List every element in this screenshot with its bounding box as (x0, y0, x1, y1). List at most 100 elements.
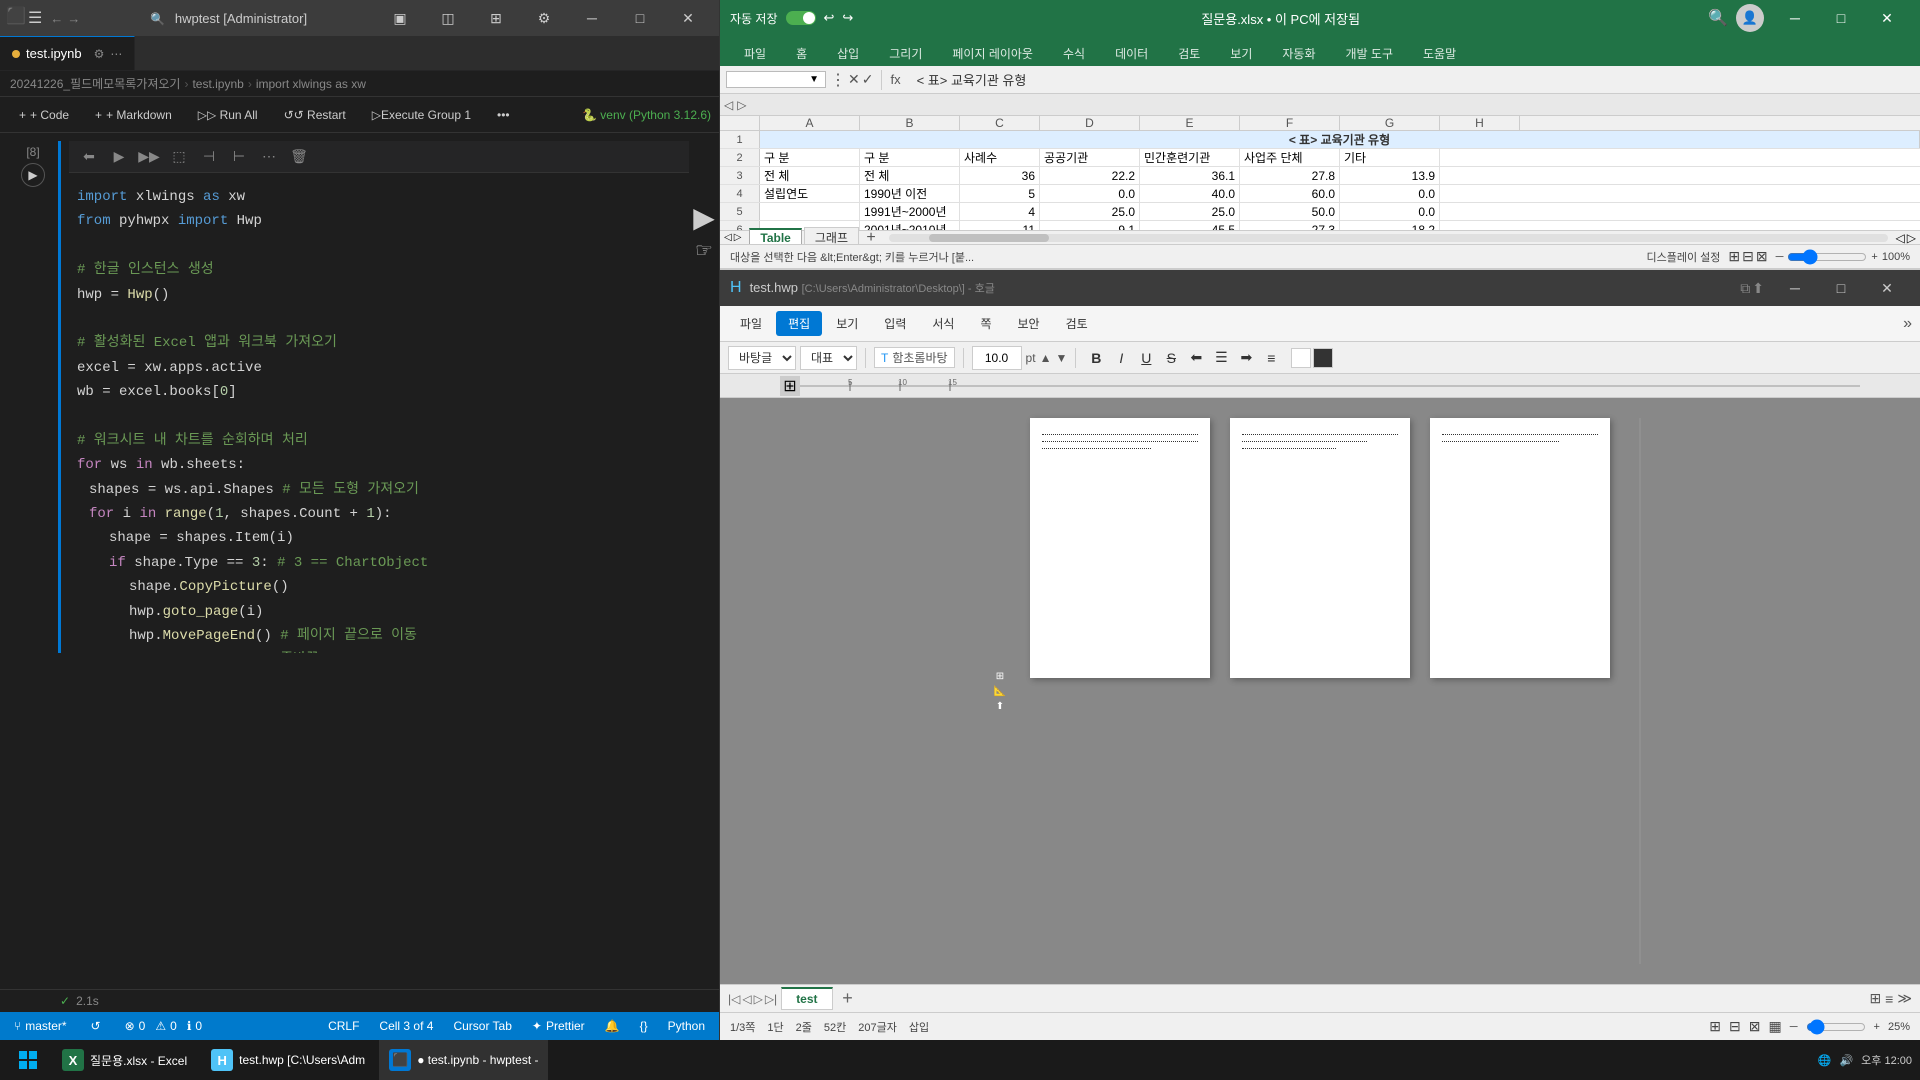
hamburger-icon[interactable]: ☰ (28, 8, 42, 28)
excel-tab-automate[interactable]: 자동화 (1268, 41, 1329, 66)
auto-save-toggle[interactable] (786, 11, 816, 25)
code-toolbar-btn2[interactable]: ▶ (107, 145, 131, 169)
hwp-tab-view[interactable]: 보기 (824, 311, 870, 336)
errors-status[interactable]: ⊗ 0 ⚠ 0 ℹ 0 (121, 1019, 206, 1033)
cell-4-G[interactable]: 0.0 (1340, 185, 1440, 202)
hwp-nav-first-icon[interactable]: |◁ (728, 992, 740, 1006)
cell-3-F[interactable]: 27.8 (1240, 167, 1340, 184)
hwp-view-mode-2[interactable]: ⊟ (1729, 1018, 1741, 1035)
close-icon[interactable]: ✕ (665, 0, 711, 36)
cell-2-D[interactable]: 공공기관 (1040, 149, 1140, 166)
hwp-nav-prev-icon[interactable]: ◁ (742, 992, 751, 1006)
prettier-status[interactable]: ✦ Prettier (528, 1019, 589, 1033)
cell-3-B[interactable]: 전 체 (860, 167, 960, 184)
hwp-maximize-icon[interactable]: □ (1818, 270, 1864, 306)
forward-icon[interactable]: → (67, 11, 80, 26)
add-code-button[interactable]: + + Code (8, 104, 80, 126)
zoom-slider[interactable] (1787, 249, 1867, 265)
start-button[interactable] (8, 1040, 48, 1080)
cell-4-A[interactable]: 설립연도 (760, 185, 860, 202)
hwp-tool-1[interactable]: ⊞ (996, 671, 1004, 682)
cell-6-D[interactable]: 9.1 (1040, 221, 1140, 230)
formula-content[interactable]: < 표> 교육기관 유형 (911, 70, 1914, 89)
grid-left-arrow[interactable]: ◁ (724, 98, 733, 112)
scroll-left-icon[interactable]: ◁ (724, 232, 732, 243)
hwp-tab-file[interactable]: 파일 (728, 311, 774, 336)
excel-tab-view[interactable]: 보기 (1216, 41, 1266, 66)
minimize-icon[interactable]: ─ (569, 0, 615, 36)
window-layout-icon[interactable]: ▣ (377, 0, 423, 36)
hwp-tool-2[interactable]: 📐 (994, 686, 1006, 697)
code-toolbar-btn8[interactable]: 🗑 (287, 145, 311, 169)
cell-2-A[interactable]: 구 분 (760, 149, 860, 166)
back-icon[interactable]: ← (50, 11, 63, 26)
hwp-zoom-in-icon[interactable]: + (1874, 1021, 1880, 1033)
taskbar-app-vscode[interactable]: ⬛ ● test.ipynb - hwptest - (379, 1040, 548, 1080)
excel-search-icon[interactable]: 🔍 (1708, 8, 1728, 28)
hwp-layout-icon[interactable]: ⊞ (1869, 990, 1881, 1007)
hwp-underline-button[interactable]: U (1134, 346, 1158, 370)
redo-icon[interactable]: ↪ (842, 10, 853, 26)
hwp-align-left-button[interactable]: ⬅ (1184, 346, 1208, 370)
cell-5-A[interactable] (760, 203, 860, 220)
cell-4-E[interactable]: 40.0 (1140, 185, 1240, 202)
cell-5-E[interactable]: 25.0 (1140, 203, 1240, 220)
zoom-in-icon[interactable]: + (1871, 251, 1877, 263)
cell-3-C[interactable]: 36 (960, 167, 1040, 184)
page-break-view-icon[interactable]: ⊠ (1756, 248, 1768, 265)
cursor-tab-status[interactable]: Cursor Tab (449, 1019, 515, 1033)
code-toolbar-btn3[interactable]: ▶▶ (137, 145, 161, 169)
normal-view-icon[interactable]: ⊞ (1728, 248, 1740, 265)
tab-test-ipynb[interactable]: test.ipynb ⚙ ⋯ (0, 36, 135, 70)
hwp-add-sheet-button[interactable]: + (837, 988, 859, 1010)
cell-2-F[interactable]: 사업주 단체 (1240, 149, 1340, 166)
taskbar-app-excel[interactable]: X 질문용.xlsx - Excel (52, 1040, 197, 1080)
hwp-tab-insert[interactable]: 입력 (872, 311, 918, 336)
hwp-bold-button[interactable]: B (1084, 346, 1108, 370)
formula-cancel-icon[interactable]: ✕ (848, 71, 860, 88)
hwp-tool-3[interactable]: ⬆ (996, 701, 1004, 712)
hwp-strikethrough-button[interactable]: S (1159, 346, 1183, 370)
nav-left-icon[interactable]: ◁ (1896, 231, 1905, 245)
cell-1-merged[interactable]: < 표> 교육기관 유형 (760, 131, 1920, 148)
breadcrumb-folder[interactable]: 20241226_필드메모목록가져오기 (10, 75, 180, 92)
cell-4-B[interactable]: 1990년 이전 (860, 185, 960, 202)
excel-tab-review[interactable]: 검토 (1164, 41, 1214, 66)
cell-2-G[interactable]: 기타 (1340, 149, 1440, 166)
env-label[interactable]: 🐍 venv (Python 3.12.6) (582, 108, 711, 122)
excel-h-scrollbar[interactable] (889, 234, 1888, 242)
hwp-minimize-icon[interactable]: ─ (1772, 270, 1818, 306)
language-status[interactable]: Python (664, 1019, 709, 1033)
sync-button[interactable]: ↺ (87, 1019, 105, 1033)
page-layout-view-icon[interactable]: ⊟ (1742, 248, 1754, 265)
excel-tab-formula[interactable]: 수식 (1049, 41, 1099, 66)
hwp-zoom-slider[interactable] (1806, 1019, 1866, 1035)
code-toolbar-btn6[interactable]: ⊢ (227, 145, 251, 169)
notification-icon[interactable]: 🔔 (601, 1019, 624, 1033)
cell-3-G[interactable]: 13.9 (1340, 167, 1440, 184)
excel-tab-home[interactable]: 홈 (782, 41, 821, 66)
breadcrumb-file[interactable]: test.ipynb (192, 77, 243, 91)
hwp-nav-next-icon[interactable]: ▷ (754, 992, 763, 1006)
code-toolbar-btn1[interactable]: ⬅ (77, 145, 101, 169)
cell-2-C[interactable]: 사례수 (960, 149, 1040, 166)
settings-status[interactable]: {} (636, 1019, 652, 1033)
user-avatar[interactable]: 👤 (1736, 4, 1764, 32)
hwp-more-ribbon-icon[interactable]: » (1903, 315, 1912, 333)
function-icon[interactable]: fx (890, 72, 900, 87)
nav-right-icon[interactable]: ▷ (1907, 231, 1916, 245)
cell-4-C[interactable]: 5 (960, 185, 1040, 202)
cell-6-F[interactable]: 27.3 (1240, 221, 1340, 230)
code-area[interactable]: import xlwings as xw from pyhwpx import … (69, 173, 689, 653)
hwp-tab-review[interactable]: 검토 (1054, 311, 1100, 336)
code-toolbar-btn5[interactable]: ⊣ (197, 145, 221, 169)
git-status[interactable]: ⑂ master* (10, 1019, 71, 1033)
cell-3-A[interactable]: 전 체 (760, 167, 860, 184)
cell-3-D[interactable]: 22.2 (1040, 167, 1140, 184)
excel-tab-help[interactable]: 도움말 (1409, 41, 1470, 66)
code-toolbar-btn7[interactable]: ⋯ (257, 145, 281, 169)
restart-button[interactable]: ↺ ↺ Restart (273, 104, 357, 126)
hwp-expand-icon[interactable]: ⬆ (1752, 280, 1764, 297)
excel-tab-data[interactable]: 데이터 (1101, 41, 1162, 66)
hwp-bg-color-button[interactable] (1291, 348, 1311, 368)
